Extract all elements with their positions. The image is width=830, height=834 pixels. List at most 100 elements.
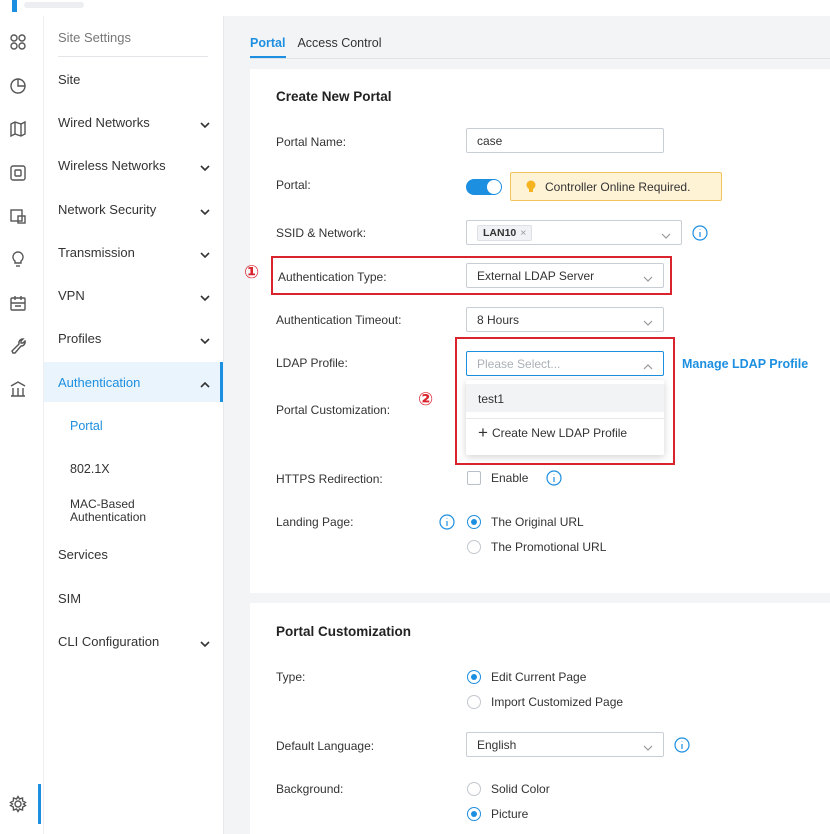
type-import-radio[interactable] <box>467 695 481 709</box>
tab-portal[interactable]: Portal <box>250 36 285 50</box>
sidebar-subitem-portal[interactable]: Portal <box>70 419 103 433</box>
chevron-down-icon <box>200 161 210 171</box>
auth-type-select[interactable]: External LDAP Server <box>466 263 664 288</box>
plus-icon: + <box>478 423 488 442</box>
dropdown-divider <box>466 418 664 419</box>
chevron-down-icon <box>200 118 210 128</box>
sidebar-item-label: CLI Configuration <box>58 634 160 649</box>
manage-ldap-link[interactable]: Manage LDAP Profile <box>682 357 808 371</box>
sidebar-header: Site Settings <box>58 30 218 45</box>
landing-original-label: The Original URL <box>491 515 584 529</box>
https-enable-label: Enable <box>491 471 529 485</box>
tab-bar: Portal Access Control <box>250 36 382 50</box>
info-icon[interactable] <box>546 470 562 486</box>
tab-divider <box>250 58 830 59</box>
sidebar-item-sim[interactable]: SIM <box>58 591 218 606</box>
insight-icon[interactable] <box>8 249 28 269</box>
chevron-down-icon <box>200 205 210 215</box>
toggle-knob <box>487 180 501 194</box>
sidebar-item-authentication[interactable]: Authentication <box>58 375 218 390</box>
section-title-portal-customization: Portal Customization <box>276 624 412 639</box>
ldap-placeholder: Please Select... <box>477 357 561 371</box>
portal-customization-label: Portal Customization: <box>276 403 391 417</box>
create-ldap-profile-button[interactable]: + Create New LDAP Profile <box>478 423 628 442</box>
ssid-network-select[interactable]: LAN10 × <box>466 220 682 245</box>
portal-toggle-label: Portal: <box>276 178 311 192</box>
sidebar-item-wireless-networks[interactable]: Wireless Networks <box>58 158 218 173</box>
sidebar-subitem-mac-based-auth[interactable]: MAC-Based Authentication <box>70 498 146 524</box>
chevron-up-icon <box>643 360 653 370</box>
icon-rail <box>0 16 44 834</box>
sidebar-subitem-802-1x[interactable]: 802.1X <box>70 462 110 476</box>
tab-access-control[interactable]: Access Control <box>297 36 381 50</box>
language-value: English <box>477 738 517 752</box>
sidebar-item-vpn[interactable]: VPN <box>58 288 218 303</box>
sidebar-item-network-security[interactable]: Network Security <box>58 202 218 217</box>
settings-sidebar: Site Settings Site Wired Networks Wirele… <box>44 16 224 834</box>
info-icon[interactable] <box>674 737 690 753</box>
sidebar-item-label: Network Security <box>58 202 157 217</box>
sidebar-item-label: Site <box>58 72 81 87</box>
landing-promotional-radio[interactable] <box>467 540 481 554</box>
settings-icon[interactable] <box>8 794 28 814</box>
sidebar-item-wired-networks[interactable]: Wired Networks <box>58 115 218 130</box>
sidebar-item-label: Authentication <box>58 375 141 390</box>
default-language-label: Default Language: <box>276 739 375 753</box>
ssid-network-label: SSID & Network: <box>276 226 367 240</box>
sidebar-item-label: VPN <box>58 288 85 303</box>
clients-icon[interactable] <box>8 206 28 226</box>
portal-toggle[interactable] <box>466 179 502 195</box>
bg-solid-color-radio[interactable] <box>467 782 481 796</box>
sidebar-item-label: Services <box>58 547 108 562</box>
sidebar-item-profiles[interactable]: Profiles <box>58 331 218 346</box>
auth-timeout-select[interactable]: 8 Hours <box>466 307 664 332</box>
default-language-select[interactable]: English <box>466 732 664 757</box>
ldap-profile-select[interactable]: Please Select... <box>466 351 664 376</box>
auth-type-label: Authentication Type: <box>278 270 387 284</box>
statistics-icon[interactable] <box>8 76 28 96</box>
info-icon[interactable] <box>692 225 708 241</box>
chevron-down-icon <box>643 272 653 282</box>
sidebar-item-label: Transmission <box>58 245 135 260</box>
create-ldap-label: Create New LDAP Profile <box>491 426 628 440</box>
landing-original-radio[interactable] <box>467 515 481 529</box>
sidebar-item-site[interactable]: Site <box>58 72 218 87</box>
sidebar-item-services[interactable]: Services <box>58 547 218 562</box>
type-edit-current-radio[interactable] <box>467 670 481 684</box>
sidebar-divider <box>58 56 208 57</box>
dashboard-icon[interactable] <box>8 32 28 52</box>
site-selector[interactable] <box>24 2 84 8</box>
ldap-option-test1[interactable]: test1 <box>466 384 664 412</box>
sidebar-item-cli-configuration[interactable]: CLI Configuration <box>58 634 218 649</box>
tag-close-icon[interactable]: × <box>520 227 526 239</box>
https-enable-checkbox[interactable] <box>467 471 481 485</box>
map-icon[interactable] <box>8 119 28 139</box>
bg-solid-color-label: Solid Color <box>491 782 550 796</box>
sidebar-item-transmission[interactable]: Transmission <box>58 245 218 260</box>
portal-name-input[interactable]: case <box>466 128 664 153</box>
reports-icon[interactable] <box>8 379 28 399</box>
mac-auth-line2: Authentication <box>70 510 147 524</box>
chevron-down-icon <box>200 637 210 647</box>
type-edit-current-label: Edit Current Page <box>491 670 587 684</box>
sidebar-item-label: SIM <box>58 591 82 606</box>
tools-icon[interactable] <box>8 336 28 356</box>
lightbulb-icon <box>526 180 536 192</box>
landing-page-label: Landing Page: <box>276 515 354 529</box>
sidebar-header-label: Site Settings <box>58 30 131 45</box>
background-label: Background: <box>276 782 344 796</box>
bg-picture-label: Picture <box>491 807 529 821</box>
devices-icon[interactable] <box>8 163 28 183</box>
bg-picture-radio[interactable] <box>467 807 481 821</box>
ssid-tag: LAN10 × <box>477 225 533 241</box>
logs-icon[interactable] <box>8 293 28 313</box>
controller-online-warning: Controller Online Required. <box>510 172 722 201</box>
info-icon[interactable] <box>439 514 455 530</box>
https-redirection-label: HTTPS Redirection: <box>276 472 383 486</box>
ssid-tag-label: LAN10 <box>483 227 517 239</box>
annotation-badge-2: ② <box>418 389 434 410</box>
chevron-up-icon <box>200 378 210 388</box>
chevron-down-icon <box>200 248 210 258</box>
auth-timeout-value: 8 Hours <box>477 313 520 327</box>
chevron-down-icon <box>643 316 653 326</box>
